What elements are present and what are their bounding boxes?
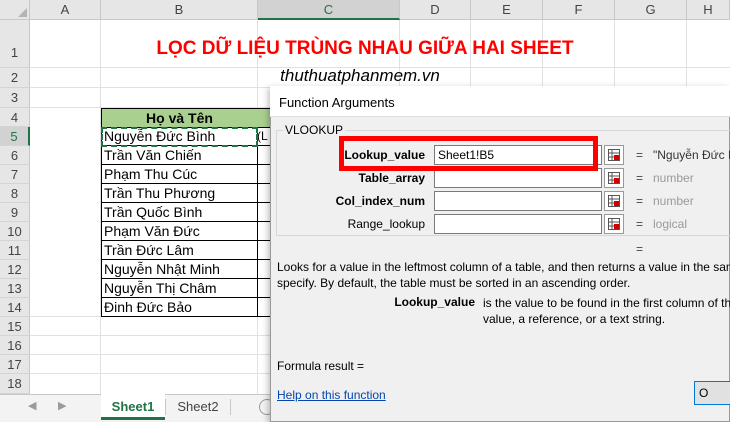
arg-result: "Nguyễn Đức B: [653, 148, 730, 162]
table-cell-c[interactable]: [257, 146, 271, 165]
range-select-icon[interactable]: [604, 145, 624, 165]
table-row[interactable]: Trần Văn Chiến: [101, 146, 258, 165]
row-header-5[interactable]: 5: [0, 127, 30, 146]
column-header-d[interactable]: D: [400, 0, 471, 20]
arg-result: number: [653, 171, 694, 185]
row-header-11[interactable]: 11: [0, 241, 30, 260]
scroll-left-icon[interactable]: ◀: [28, 399, 36, 412]
row-header-3[interactable]: 3: [0, 88, 30, 108]
formula-result: Formula result =: [277, 359, 365, 373]
row-header-1[interactable]: 1: [0, 20, 30, 68]
ok-button[interactable]: O: [694, 381, 730, 405]
arg-result: number: [653, 194, 694, 208]
column-header-c[interactable]: C: [258, 0, 400, 20]
row-header-9[interactable]: 9: [0, 203, 30, 222]
table-row[interactable]: Nguyễn Thị Châm: [101, 279, 258, 298]
column-header-g[interactable]: G: [615, 0, 687, 20]
table-cell-c[interactable]: [257, 222, 271, 241]
tab-sheet2[interactable]: Sheet2: [166, 394, 230, 420]
arg-description: is the value to be found in the first co…: [483, 296, 730, 326]
row-header-16[interactable]: 16: [0, 336, 30, 355]
row-header-10[interactable]: 10: [0, 222, 30, 241]
function-name: VLOOKUP: [283, 123, 346, 137]
help-link[interactable]: Help on this function: [277, 388, 386, 402]
tab-divider: [230, 399, 231, 415]
equals-sign: =: [636, 194, 644, 208]
table-cell-c[interactable]: [257, 298, 271, 317]
column-header-h[interactable]: H: [687, 0, 730, 20]
table-row[interactable]: Phạm Thu Cúc: [101, 165, 258, 184]
table-row[interactable]: Phạm Văn Đức: [101, 222, 258, 241]
equals-sign: =: [636, 217, 644, 231]
cell-c5[interactable]: (L: [257, 127, 271, 146]
table-cell-c[interactable]: [257, 203, 271, 222]
sheet-subtitle: thuthuatphanmem.vn: [280, 66, 440, 85]
column-header-e[interactable]: E: [471, 0, 543, 20]
table-row[interactable]: Trần Thu Phương: [101, 184, 258, 203]
col-index-num-input[interactable]: [434, 191, 602, 211]
table-header-name[interactable]: Họ và Tên: [101, 108, 258, 128]
row-header-17[interactable]: 17: [0, 355, 30, 374]
table-row[interactable]: Nguyễn Đức Bình: [101, 127, 258, 146]
dialog-title: Function Arguments: [279, 95, 395, 110]
column-header-a[interactable]: A: [30, 0, 101, 20]
table-array-input[interactable]: [434, 168, 602, 188]
table-cell-c[interactable]: [257, 165, 271, 184]
range-select-icon[interactable]: [604, 214, 624, 234]
row-header-6[interactable]: 6: [0, 146, 30, 165]
table-row[interactable]: Đinh Đức Bảo: [101, 298, 258, 317]
select-all-corner[interactable]: [0, 0, 30, 20]
sheet-title: LỌC DỮ LIỆU TRÙNG NHAU GIỮA HAI SHEET: [156, 38, 574, 59]
table-cell-c[interactable]: [257, 184, 271, 203]
row-header-8[interactable]: 8: [0, 184, 30, 203]
table-row[interactable]: Trần Quốc Bình: [101, 203, 258, 222]
arg-description-name: Lookup_value: [394, 295, 475, 309]
table-cell-c[interactable]: [257, 260, 271, 279]
range-select-icon[interactable]: [604, 168, 624, 188]
row-header-14[interactable]: 14: [0, 298, 30, 317]
arg-label-table-array: Table_array: [358, 171, 426, 185]
table-cell-c[interactable]: [257, 279, 271, 298]
arg-label-range-lookup: Range_lookup: [347, 217, 425, 231]
table-header-c[interactable]: [257, 108, 271, 128]
equals-sign: =: [636, 148, 644, 162]
column-header-b[interactable]: B: [101, 0, 258, 20]
row-header-7[interactable]: 7: [0, 165, 30, 184]
table-row[interactable]: Nguyễn Nhật Minh: [101, 260, 258, 279]
function-result-equals: =: [636, 242, 644, 256]
arg-label-col-index-num: Col_index_num: [335, 194, 425, 208]
table-cell-c[interactable]: [257, 241, 271, 260]
row-header-13[interactable]: 13: [0, 279, 30, 298]
table-row[interactable]: Trần Đức Lâm: [101, 241, 258, 260]
scroll-right-icon[interactable]: ▶: [58, 399, 66, 412]
tab-sheet1[interactable]: Sheet1: [101, 394, 165, 420]
function-description: Looks for a value in the leftmost column…: [277, 260, 730, 290]
range-select-icon[interactable]: [604, 191, 624, 211]
arg-result: logical: [653, 217, 688, 231]
row-header-12[interactable]: 12: [0, 260, 30, 279]
row-header-2[interactable]: 2: [0, 68, 30, 88]
row-header-18[interactable]: 18: [0, 374, 30, 394]
row-header-15[interactable]: 15: [0, 317, 30, 336]
range-lookup-input[interactable]: [434, 214, 602, 234]
row-header-4[interactable]: 4: [0, 108, 30, 127]
equals-sign: =: [636, 171, 644, 185]
column-header-f[interactable]: F: [543, 0, 615, 20]
highlight-box: [339, 136, 598, 171]
